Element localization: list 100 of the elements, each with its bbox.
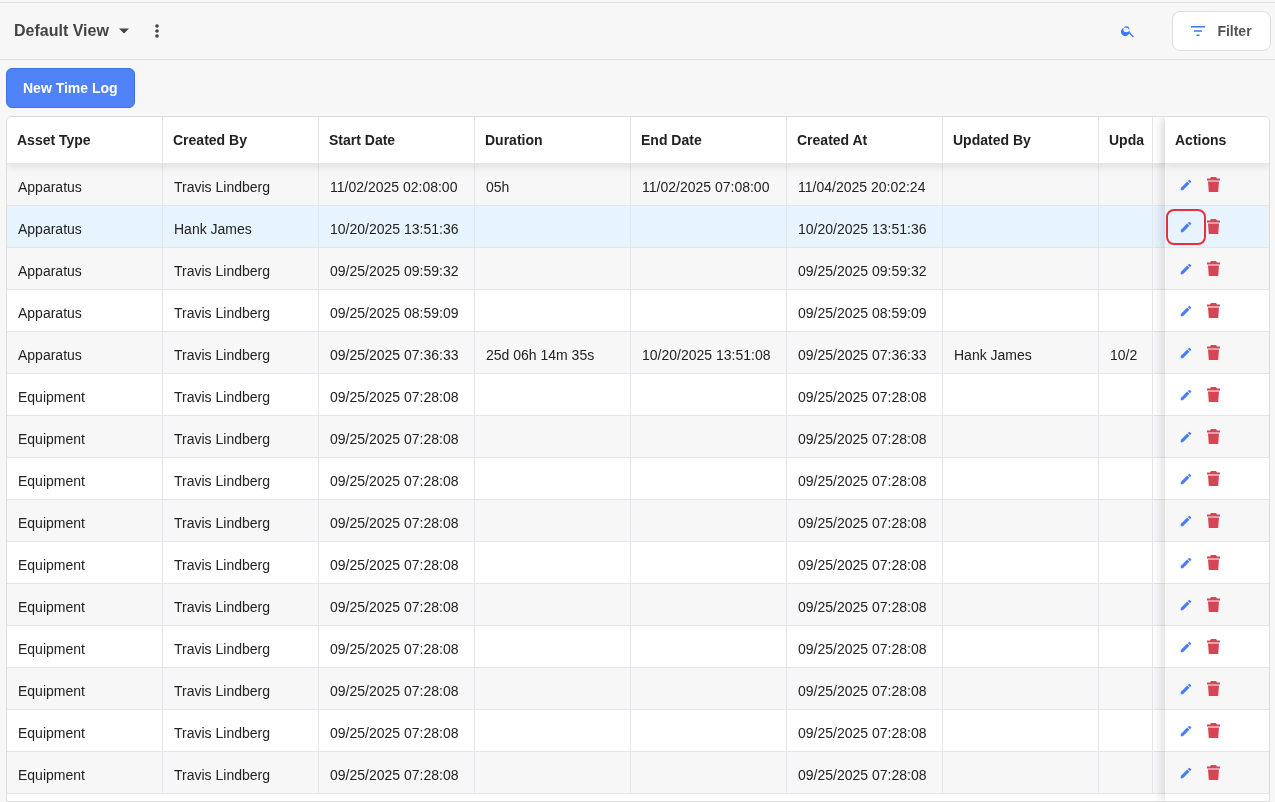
- table-cell: Equipment: [18, 640, 85, 657]
- table-cell: 09/25/2025 07:28:08: [798, 682, 927, 699]
- table-cell: Travis Lindberg: [174, 304, 270, 321]
- table-cell: Travis Lindberg: [174, 682, 270, 699]
- table-cell: 10/20/2025 13:51:08: [642, 346, 771, 363]
- table-cell: 09/25/2025 07:28:08: [330, 430, 459, 447]
- trash-icon[interactable]: [1207, 765, 1220, 780]
- table-cell: 11/02/2025 07:08:00: [642, 178, 770, 195]
- table-cell: 09/25/2025 07:28:08: [798, 598, 927, 615]
- filter-icon: [1191, 26, 1206, 36]
- column-header[interactable]: Created At: [787, 117, 943, 163]
- table-cell: 11/04/2025 20:02:24: [798, 178, 926, 195]
- table-cell: Travis Lindberg: [174, 556, 270, 573]
- trash-icon[interactable]: [1207, 429, 1220, 444]
- column-header[interactable]: Duration: [475, 117, 631, 163]
- table-row[interactable]: Equipment Travis Lindberg 09/25/2025 07:28:08 09/25/2025 07:28:08: [7, 668, 1165, 710]
- table-cell: Travis Lindberg: [174, 640, 270, 657]
- table-row[interactable]: Equipment Travis Lindberg 09/25/2025 07:28:08 09/25/2025 07:28:08: [7, 500, 1165, 542]
- table-cell: Apparatus: [18, 346, 82, 363]
- table-cell: 09/25/2025 08:59:09: [798, 304, 927, 321]
- table-cell: 09/25/2025 07:28:08: [330, 598, 459, 615]
- table-cell: 09/25/2025 07:28:08: [798, 724, 927, 741]
- table-row[interactable]: Equipment Travis Lindberg 09/25/2025 07:28:08 09/25/2025 07:28:08: [7, 542, 1165, 584]
- table-cell: 09/25/2025 07:28:08: [798, 472, 927, 489]
- column-header[interactable]: Updated By: [943, 117, 1099, 163]
- table-cell: Equipment: [18, 430, 85, 447]
- column-header[interactable]: Upda: [1099, 117, 1153, 163]
- table-row[interactable]: Equipment Travis Lindberg 09/25/2025 07:28:08 09/25/2025 07:28:08: [7, 458, 1165, 500]
- table-cell: 10/20/2025 13:51:36: [330, 220, 459, 237]
- table-cell: Hank James: [174, 220, 252, 237]
- table-cell: 09/25/2025 07:28:08: [798, 388, 927, 405]
- dropdown-caret-icon[interactable]: [118, 28, 129, 34]
- trash-icon[interactable]: [1207, 303, 1220, 318]
- table-cell: Travis Lindberg: [174, 724, 270, 741]
- table-cell: 10/20/2025 13:51:36: [798, 220, 927, 237]
- table-cell: Travis Lindberg: [174, 472, 270, 489]
- table-row[interactable]: Apparatus Travis Lindberg 09/25/2025 08:59:09 09/25/2025 08:59:09: [7, 290, 1165, 332]
- table-row[interactable]: Apparatus Travis Lindberg 09/25/2025 07:36:33 25d 06h 14m 35s 10/20/2025 13:51:08 09/25/2025 07:36:33 Hank James 10/2: [7, 332, 1165, 374]
- table-cell: Travis Lindberg: [174, 766, 270, 783]
- filter-button[interactable]: Filter: [1172, 11, 1271, 51]
- table-cell: 09/25/2025 07:28:08: [330, 472, 459, 489]
- table-cell: Apparatus: [18, 178, 82, 195]
- table-cell: 09/25/2025 09:59:32: [330, 262, 459, 279]
- table-cell: Travis Lindberg: [174, 430, 270, 447]
- table-cell: 25d 06h 14m 35s: [486, 346, 595, 363]
- table-cell: 09/25/2025 09:59:32: [798, 262, 927, 279]
- table-cell: 05h: [486, 178, 510, 195]
- table-row[interactable]: Equipment Travis Lindberg 09/25/2025 07:28:08 09/25/2025 07:28:08: [7, 584, 1165, 626]
- table-cell: Equipment: [18, 598, 85, 615]
- table-cell: Travis Lindberg: [174, 598, 270, 615]
- table-cell: 09/25/2025 07:28:08: [798, 766, 927, 783]
- trash-icon[interactable]: [1207, 177, 1220, 192]
- table-cell: Equipment: [18, 472, 85, 489]
- table-cell: Apparatus: [18, 304, 82, 321]
- table-row[interactable]: Equipment Travis Lindberg 09/25/2025 07:28:08 09/25/2025 07:28:08: [7, 626, 1165, 668]
- column-header[interactable]: Asset Type: [7, 117, 163, 163]
- trash-icon[interactable]: [1207, 219, 1220, 234]
- table-cell: Apparatus: [18, 220, 82, 237]
- trash-icon[interactable]: [1207, 387, 1220, 402]
- trash-icon[interactable]: [1207, 555, 1220, 570]
- table-cell: 09/25/2025 07:28:08: [330, 556, 459, 573]
- more-options-icon[interactable]: [154, 24, 159, 38]
- table-cell: 09/25/2025 07:28:08: [330, 682, 459, 699]
- search-icon[interactable]: [1120, 23, 1136, 39]
- table-cell: 09/25/2025 08:59:09: [330, 304, 459, 321]
- column-header[interactable]: End Date: [631, 117, 787, 163]
- table-cell: Equipment: [18, 388, 85, 405]
- column-header[interactable]: Start Date: [319, 117, 475, 163]
- table-cell: 09/25/2025 07:28:08: [798, 430, 927, 447]
- table-cell: Travis Lindberg: [174, 262, 270, 279]
- trash-icon[interactable]: [1207, 639, 1220, 654]
- trash-icon[interactable]: [1207, 681, 1220, 696]
- table-cell: 09/25/2025 07:28:08: [330, 514, 459, 531]
- table-cell: 11/02/2025 02:08:00: [330, 178, 458, 195]
- trash-icon[interactable]: [1207, 261, 1220, 276]
- table-cell: 09/25/2025 07:28:08: [330, 388, 459, 405]
- table-cell: 09/25/2025 07:28:08: [330, 640, 459, 657]
- table-row[interactable]: Apparatus Travis Lindberg 11/02/2025 02:08:00 05h 11/02/2025 07:08:00 11/04/2025 20:02:24: [7, 164, 1165, 206]
- trash-icon[interactable]: [1207, 513, 1220, 528]
- new-time-log-button[interactable]: New Time Log: [6, 68, 135, 108]
- table-row[interactable]: Equipment Travis Lindberg 09/25/2025 07:28:08 09/25/2025 07:28:08: [7, 752, 1165, 794]
- trash-icon[interactable]: [1207, 345, 1220, 360]
- table-cell: Equipment: [18, 766, 85, 783]
- table-row[interactable]: Apparatus Hank James 10/20/2025 13:51:36 10/20/2025 13:51:36: [7, 206, 1165, 248]
- table-row[interactable]: Equipment Travis Lindberg 09/25/2025 07:28:08 09/25/2025 07:28:08: [7, 710, 1165, 752]
- column-header[interactable]: Created By: [163, 117, 319, 163]
- table-cell: Travis Lindberg: [174, 178, 270, 195]
- table-cell: Equipment: [18, 556, 85, 573]
- table-cell: 09/25/2025 07:36:33: [330, 346, 459, 363]
- table-cell: Travis Lindberg: [174, 388, 270, 405]
- table-cell: 09/25/2025 07:36:33: [798, 346, 927, 363]
- trash-icon[interactable]: [1207, 597, 1220, 612]
- table-cell: Equipment: [18, 682, 85, 699]
- table-row[interactable]: Equipment Travis Lindberg 09/25/2025 07:28:08 09/25/2025 07:28:08: [7, 374, 1165, 416]
- table-row[interactable]: Apparatus Travis Lindberg 09/25/2025 09:59:32 09/25/2025 09:59:32: [7, 248, 1165, 290]
- table-cell: Travis Lindberg: [174, 514, 270, 531]
- edit-icon[interactable]: [1166, 208, 1206, 245]
- trash-icon[interactable]: [1207, 723, 1220, 738]
- table-row[interactable]: Equipment Travis Lindberg 09/25/2025 07:28:08 09/25/2025 07:28:08: [7, 416, 1165, 458]
- trash-icon[interactable]: [1207, 471, 1220, 486]
